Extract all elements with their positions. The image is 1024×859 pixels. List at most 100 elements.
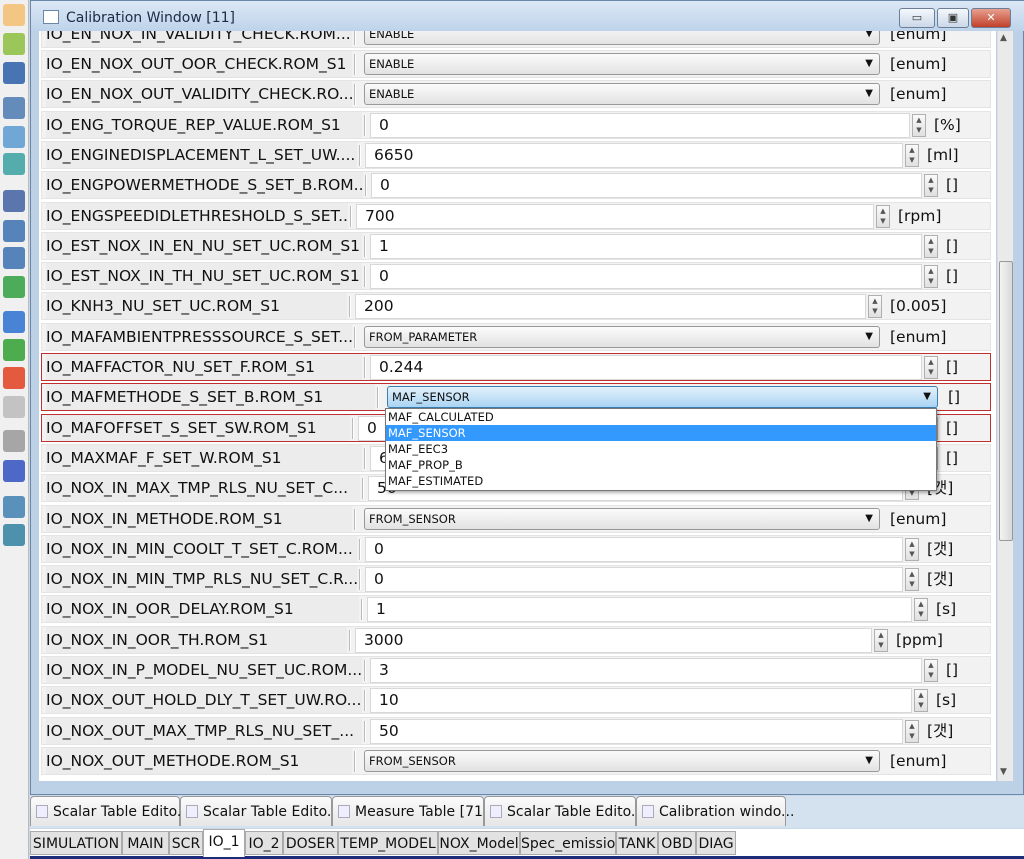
sheet-tab-tank[interactable]: TANK: [616, 831, 658, 855]
sheet-tab-io_1[interactable]: IO_1: [203, 829, 245, 857]
value-spinner[interactable]: ▲▼: [924, 265, 938, 289]
pause-icon[interactable]: [3, 396, 25, 418]
document-tab[interactable]: Scalar Table Edito...: [484, 796, 644, 826]
param-name: IO_NOX_OUT_MAX_TMP_RLS_NU_SET_...: [46, 717, 362, 744]
chevron-down-icon[interactable]: ▼: [865, 31, 873, 44]
dropdown-option[interactable]: MAF_ESTIMATED: [386, 473, 936, 489]
sheet-tab-obd[interactable]: OBD: [658, 831, 696, 855]
save-icon[interactable]: [3, 62, 25, 84]
chevron-down-icon[interactable]: ▼: [865, 509, 873, 529]
sheet-tab-diag[interactable]: DIAG: [696, 831, 736, 855]
document-tab[interactable]: Scalar Table Edito...: [30, 796, 190, 826]
value-spinner[interactable]: ▲▼: [905, 719, 919, 743]
record-device-icon[interactable]: [3, 460, 25, 482]
param-name: IO_MAFMETHODE_S_SET_B.ROM_S1: [46, 384, 375, 411]
value-spinner[interactable]: ▲▼: [914, 689, 928, 713]
record-icon[interactable]: [3, 367, 25, 389]
monitor-icon[interactable]: [3, 97, 25, 119]
vertical-scrollbar[interactable]: ▲ ▼: [997, 31, 1013, 781]
sheet-tab-spec_emission[interactable]: Spec_emission: [520, 831, 624, 855]
window-icon: [43, 10, 59, 24]
align-icon[interactable]: [3, 190, 25, 212]
value-input[interactable]: 0: [371, 173, 922, 199]
play-icon[interactable]: [3, 339, 25, 361]
value-combobox[interactable]: FROM_SENSOR ▼: [364, 507, 880, 530]
value-input[interactable]: 10: [370, 688, 912, 714]
value-input[interactable]: 0: [365, 536, 903, 562]
value-input[interactable]: 1: [367, 597, 912, 623]
search-icon[interactable]: [3, 496, 25, 518]
value-combobox[interactable]: ENABLE ▼: [364, 53, 880, 75]
sheet-tab-nox_model[interactable]: NOX_Model: [438, 831, 520, 855]
value-spinner[interactable]: ▲▼: [874, 628, 888, 652]
checklist2-icon[interactable]: [3, 247, 25, 269]
value-input[interactable]: 0: [365, 567, 903, 593]
value-spinner[interactable]: ▲▼: [876, 204, 890, 228]
document-tab[interactable]: Measure Table [71]: [332, 796, 488, 826]
value-spinner[interactable]: ▲▼: [924, 174, 938, 198]
value-combobox[interactable]: FROM_PARAMETER ▼: [364, 325, 880, 348]
value-spinner[interactable]: ▲▼: [912, 113, 926, 137]
value-spinner[interactable]: ▲▼: [924, 234, 938, 258]
unit-label: [ml]: [927, 145, 959, 164]
close-button[interactable]: ✕: [971, 8, 1011, 28]
function-icon[interactable]: [3, 276, 25, 298]
checklist-icon[interactable]: [3, 220, 25, 242]
value-input[interactable]: 0.244: [370, 355, 922, 380]
edit-icon[interactable]: [3, 524, 25, 546]
column-divider: [354, 54, 356, 75]
value-input[interactable]: 3000: [355, 627, 872, 653]
value-combobox[interactable]: FROM_SENSOR ▼: [364, 749, 880, 772]
value-combobox[interactable]: ENABLE ▼: [364, 31, 880, 45]
new-file-icon[interactable]: [3, 4, 25, 26]
chevron-down-icon[interactable]: ▼: [865, 84, 873, 104]
open-folder-icon[interactable]: [3, 33, 25, 55]
value-spinner[interactable]: ▲▼: [905, 537, 919, 561]
value-spinner[interactable]: ▲▼: [924, 659, 938, 682]
dropdown-option[interactable]: MAF_PROP_B: [386, 457, 936, 473]
scroll-down-icon[interactable]: ▼: [1000, 767, 1007, 777]
chevron-down-icon[interactable]: ▼: [923, 387, 931, 407]
chevron-down-icon[interactable]: ▼: [865, 54, 873, 74]
value-spinner[interactable]: ▲▼: [868, 295, 882, 319]
value-input[interactable]: 0: [370, 112, 910, 138]
value-input[interactable]: 3: [370, 658, 922, 683]
value-input[interactable]: 1: [370, 233, 922, 259]
chevron-down-icon[interactable]: ▼: [865, 327, 873, 347]
document-tab[interactable]: Scalar Table Edito...: [180, 796, 340, 826]
sheet-tab-temp_model[interactable]: TEMP_MODEL: [338, 831, 438, 855]
sheet-tab-doser[interactable]: DOSER: [283, 831, 338, 855]
value-input[interactable]: 700: [356, 203, 874, 229]
dropdown-option[interactable]: MAF_SENSOR: [386, 425, 936, 441]
scroll-up-icon[interactable]: ▲: [1000, 33, 1007, 43]
print-icon[interactable]: [3, 430, 25, 452]
value-combobox[interactable]: MAF_SENSOR ▼: [387, 386, 938, 409]
dropdown-option[interactable]: MAF_EEC3: [386, 441, 936, 457]
sheet-tab-scr[interactable]: SCR: [169, 831, 203, 855]
value-spinner[interactable]: ▲▼: [914, 598, 928, 622]
sheet-tab-io_2[interactable]: IO_2: [245, 831, 283, 855]
method-dropdown-list[interactable]: MAF_CALCULATED MAF_SENSOR MAF_EEC3 MAF_PROP…: [385, 408, 937, 491]
stop-square-icon[interactable]: [3, 311, 25, 333]
value-input[interactable]: 0: [370, 264, 922, 290]
layers-icon[interactable]: [3, 126, 25, 148]
chevron-down-icon[interactable]: ▼: [865, 751, 873, 771]
value-input[interactable]: 6650: [365, 142, 903, 168]
document-tab[interactable]: Calibration windo...: [636, 796, 794, 826]
chart-icon[interactable]: [3, 153, 25, 175]
value-spinner[interactable]: ▲▼: [924, 356, 938, 379]
combo-value: ENABLE: [369, 31, 415, 41]
tab-label: Scalar Table Edito...: [507, 804, 645, 820]
combo-value: FROM_PARAMETER: [369, 329, 478, 344]
value-input[interactable]: 200: [355, 294, 866, 320]
dropdown-option[interactable]: MAF_CALCULATED: [386, 409, 936, 425]
sheet-tab-main[interactable]: MAIN: [122, 831, 169, 855]
value-spinner[interactable]: ▲▼: [905, 143, 919, 167]
value-input[interactable]: 50: [370, 718, 903, 744]
sheet-tab-simulation[interactable]: SIMULATION: [30, 831, 122, 855]
maximize-button[interactable]: ▣: [937, 8, 969, 28]
scroll-thumb[interactable]: [999, 261, 1013, 541]
minimize-button[interactable]: ▭: [899, 8, 935, 28]
value-spinner[interactable]: ▲▼: [905, 568, 919, 592]
value-combobox[interactable]: ENABLE ▼: [364, 83, 880, 106]
